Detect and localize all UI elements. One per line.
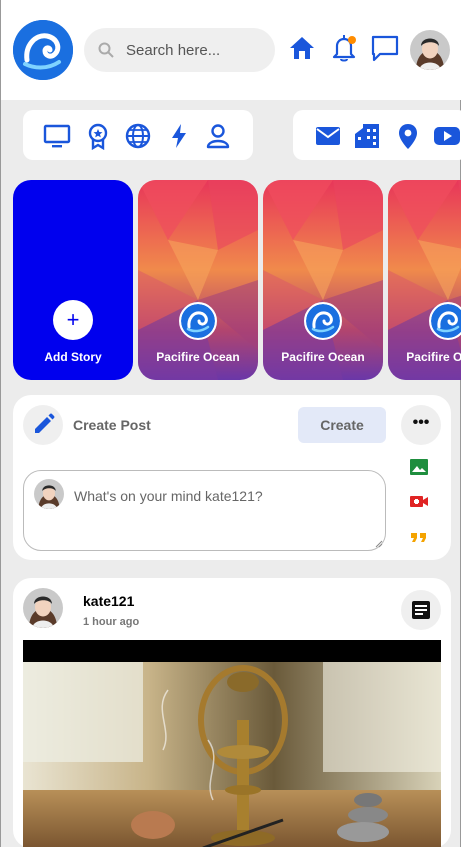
search-box[interactable] — [84, 28, 275, 72]
story-label: Pacifire Ocean — [406, 350, 461, 364]
more-dots-icon: ••• — [412, 414, 430, 431]
image-icon[interactable] — [409, 457, 429, 477]
compose-placeholder: What's on your mind kate121? — [74, 488, 263, 504]
globe-icon[interactable] — [124, 122, 152, 150]
badge-icon[interactable] — [84, 122, 112, 150]
story-card[interactable]: Pacifire Ocean — [388, 180, 461, 380]
user-avatar[interactable] — [410, 30, 450, 70]
story-card[interactable]: Pacifire Ocean — [263, 180, 383, 380]
category-bar — [23, 110, 253, 160]
youtube-icon[interactable] — [433, 122, 461, 150]
mail-icon[interactable] — [314, 122, 342, 150]
post-image[interactable] — [23, 640, 441, 847]
tv-icon[interactable] — [43, 122, 71, 150]
top-bar — [1, 0, 461, 100]
create-post-card: Create Post Create ••• What's on your mi… — [13, 395, 451, 560]
location-pin-icon[interactable] — [394, 122, 422, 150]
add-story-card[interactable]: + Add Story — [13, 180, 133, 380]
add-story-label: Add Story — [44, 350, 102, 364]
notification-dot — [348, 36, 356, 44]
post-options-button[interactable] — [401, 590, 441, 630]
article-icon — [412, 601, 430, 619]
apartment-icon[interactable] — [353, 122, 381, 150]
pencil-icon — [35, 413, 55, 433]
create-button[interactable]: Create — [298, 407, 386, 443]
post-timestamp: 1 hour ago — [83, 616, 140, 628]
quote-icon[interactable] — [409, 527, 429, 547]
search-input[interactable] — [126, 41, 266, 59]
app-logo[interactable] — [13, 20, 73, 80]
stories-row: + Add Story Pacifire Ocean Pacifire Ocea… — [1, 180, 461, 380]
profile-icon[interactable] — [204, 122, 232, 150]
video-icon[interactable] — [409, 491, 429, 511]
story-card[interactable]: Pacifire Ocean — [138, 180, 258, 380]
plus-icon[interactable]: + — [53, 300, 93, 340]
lightning-icon[interactable] — [165, 122, 193, 150]
create-post-title: Create Post — [73, 417, 151, 433]
compose-avatar — [34, 479, 64, 509]
shortcut-bar — [293, 110, 461, 160]
resize-handle-icon[interactable] — [375, 540, 383, 548]
post-author-avatar[interactable] — [23, 588, 63, 628]
ocean-logo-icon — [429, 302, 461, 340]
more-options-button[interactable]: ••• — [401, 405, 441, 445]
home-icon[interactable] — [287, 33, 317, 63]
pencil-button[interactable] — [23, 405, 63, 445]
bell-icon[interactable] — [329, 33, 359, 63]
post-card: kate121 1 hour ago — [13, 578, 451, 847]
search-icon — [98, 42, 114, 58]
ocean-logo-icon — [179, 302, 217, 340]
post-compose-field[interactable]: What's on your mind kate121? — [23, 470, 386, 551]
chat-icon[interactable] — [370, 33, 400, 63]
story-label: Pacifire Ocean — [281, 350, 365, 364]
story-label: Pacifire Ocean — [156, 350, 240, 364]
post-username[interactable]: kate121 — [83, 593, 134, 609]
ocean-logo-icon — [304, 302, 342, 340]
